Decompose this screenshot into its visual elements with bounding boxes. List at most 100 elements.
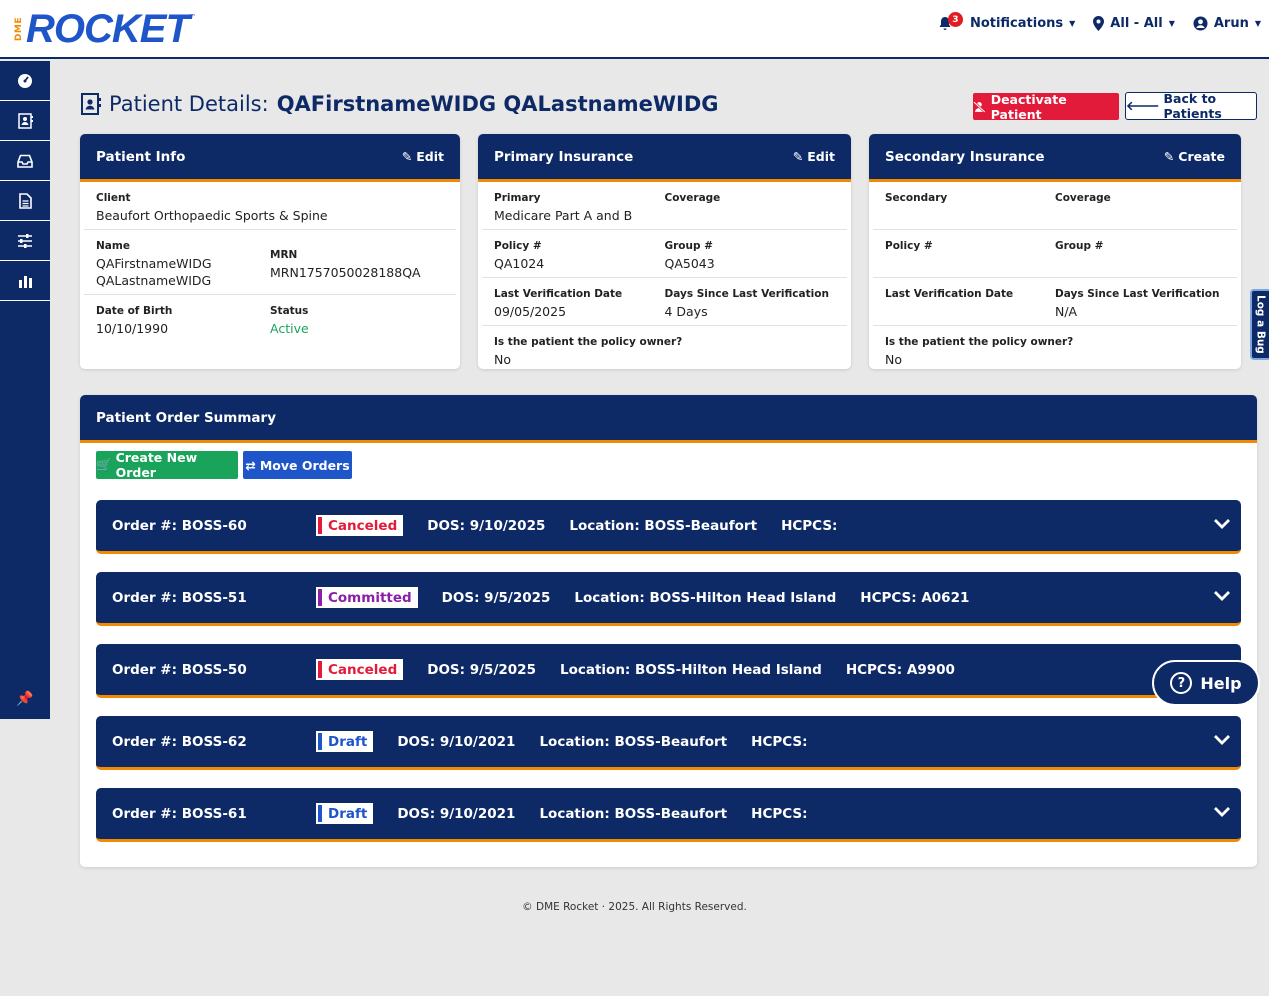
days-since-label: Days Since Last Verification (1055, 288, 1220, 300)
logo-tm: ™ (188, 13, 196, 21)
pencil-icon: ✎ (401, 149, 413, 164)
pin-icon[interactable]: 📌 (0, 691, 50, 707)
order-row[interactable]: Order #: BOSS-50 Canceled DOS: 9/5/2025 … (96, 644, 1241, 698)
chevron-down-icon: ▼ (1168, 19, 1175, 28)
policy-owner-row: Is the patient the policy owner? No (873, 326, 1237, 369)
name-label: Name (96, 240, 130, 252)
create-new-order-button[interactable]: 🛒 Create New Order (96, 450, 238, 480)
order-row[interactable]: Order #: BOSS-60 Canceled DOS: 9/10/2025… (96, 500, 1241, 554)
order-number: Order #: BOSS-50 (112, 661, 247, 678)
order-status-badge: Canceled (316, 515, 404, 536)
coverage-label: Coverage (664, 192, 721, 204)
pencil-icon: ✎ (1163, 149, 1175, 164)
last-verification-label: Last Verification Date (885, 288, 1014, 300)
question-circle-icon: ? (1170, 672, 1193, 694)
secondary-insurance-card: Secondary Insurance ✎ Create Secondary C… (869, 134, 1241, 369)
log-a-bug-tab[interactable]: Log a Bug (1250, 289, 1269, 360)
chevron-down-icon[interactable] (1213, 590, 1231, 602)
secondary-insurance-title: Secondary Insurance (885, 148, 1045, 165)
help-label: Help (1200, 673, 1242, 693)
sidebar-item-settings[interactable] (0, 221, 50, 261)
create-label: Create (1178, 149, 1225, 164)
log-a-bug-label: Log a Bug (1254, 295, 1267, 354)
order-summary-header: Patient Order Summary (80, 395, 1257, 443)
top-nav: 3 Notifications ▼ All - All ▼ Arun ▼ (938, 12, 1261, 31)
logo[interactable]: DME ROCKET ™ (14, 7, 196, 51)
policy-owner-value: No (494, 352, 511, 367)
help-button[interactable]: ? Help (1152, 660, 1260, 706)
order-location: Location: BOSS-Beaufort (539, 805, 728, 822)
create-new-order-label: Create New Order (115, 450, 198, 480)
notifications-menu[interactable]: 3 Notifications ▼ (938, 12, 1075, 31)
back-to-patients-button[interactable]: 🡐 Back to Patients (1125, 91, 1257, 121)
policy-owner-label: Is the patient the policy owner? (494, 336, 683, 348)
inbox-icon (17, 154, 33, 168)
name-row: Name QAFirstnameWIDG QALastnameWIDG MRN … (84, 230, 456, 295)
order-row[interactable]: Order #: BOSS-61 Draft DOS: 9/10/2021 Lo… (96, 788, 1241, 842)
address-card-icon (81, 93, 101, 115)
page-title-prefix: Patient Details: (109, 92, 269, 116)
order-dos: DOS: 9/10/2021 (397, 805, 516, 822)
order-number: Order #: BOSS-61 (112, 805, 247, 822)
order-status-badge: Canceled (316, 659, 404, 680)
secondary-row: Secondary Coverage (873, 182, 1237, 230)
primary-insurance-card: Primary Insurance ✎ Edit Primary Medicar… (478, 134, 851, 369)
notifications-label: Notifications (969, 16, 1064, 31)
arrow-left-icon: 🡐 (1126, 98, 1160, 113)
edit-label: Edit (807, 149, 835, 164)
edit-patient-info-button[interactable]: ✎ Edit (402, 149, 444, 164)
edit-primary-insurance-button[interactable]: ✎ Edit (793, 149, 835, 164)
order-dos: DOS: 9/10/2025 (427, 517, 546, 534)
group-value: QA5043 (664, 256, 715, 271)
location-menu[interactable]: All - All ▼ (1093, 16, 1175, 31)
chevron-down-icon[interactable] (1213, 734, 1231, 746)
verification-row: Last Verification Date 09/05/2025 Days S… (482, 278, 847, 326)
dob-label: Date of Birth (96, 305, 173, 317)
coverage-value (665, 207, 836, 224)
back-to-patients-label: Back to Patients (1163, 91, 1222, 121)
sidebar-item-documents[interactable] (0, 181, 50, 221)
order-row[interactable]: Order #: BOSS-62 Draft DOS: 9/10/2021 Lo… (96, 716, 1241, 770)
coverage-label: Coverage (1055, 192, 1111, 204)
last-verification-value: 09/05/2025 (494, 304, 567, 319)
sidebar-item-reports[interactable] (0, 261, 50, 301)
move-orders-button[interactable]: ⇄ Move Orders (243, 451, 352, 479)
patient-order-summary: Patient Order Summary 🛒 Create New Order… (80, 395, 1257, 867)
status-label: Status (270, 305, 309, 317)
policy-owner-row: Is the patient the policy owner? No (482, 326, 847, 369)
user-slash-icon (973, 100, 986, 113)
cart-icon: 🛒 (96, 457, 112, 472)
sidebar-item-dashboard[interactable] (0, 61, 50, 101)
deactivate-patient-button[interactable]: Deactivate Patient (973, 92, 1119, 122)
top-bar: DME ROCKET ™ 3 Notifications ▼ All - All… (0, 0, 1269, 59)
dob-value: 10/10/1990 (96, 321, 169, 336)
policy-owner-value: No (885, 352, 902, 367)
create-secondary-insurance-button[interactable]: ✎ Create (1164, 149, 1225, 164)
primary-insurance-title: Primary Insurance (494, 148, 634, 165)
secondary-insurance-header: Secondary Insurance ✎ Create (869, 134, 1241, 182)
sidebar-item-patients[interactable] (0, 101, 50, 141)
bar-chart-icon (18, 275, 32, 288)
patient-info-card: Patient Info ✎ Edit Client Beaufort Orth… (80, 134, 460, 369)
order-number: Order #: BOSS-51 (112, 589, 247, 606)
order-hcpcs: HCPCS: A9900 (845, 661, 955, 678)
chevron-down-icon[interactable] (1213, 806, 1231, 818)
dashboard-icon (18, 73, 32, 88)
page-title: Patient Details: QAFirstnameWIDG QALastn… (80, 92, 719, 116)
policy-row: Policy # QA1024 Group # QA5043 (482, 230, 847, 278)
status-value: Active (270, 321, 309, 336)
days-since-value: N/A (1055, 304, 1078, 319)
order-hcpcs: HCPCS: (751, 805, 808, 822)
client-row: Client Beaufort Orthopaedic Sports & Spi… (84, 182, 456, 230)
document-icon (18, 192, 32, 209)
primary-insurance-header: Primary Insurance ✎ Edit (478, 134, 851, 182)
mrn-value: MRN1757050028188QA (270, 265, 421, 280)
client-value: Beaufort Orthopaedic Sports & Spine (96, 208, 328, 223)
sidebar-item-inbox[interactable] (0, 141, 50, 181)
chevron-down-icon[interactable] (1213, 518, 1231, 530)
order-row[interactable]: Order #: BOSS-51 Committed DOS: 9/5/2025… (96, 572, 1241, 626)
coverage-value (1055, 207, 1225, 224)
order-dos: DOS: 9/5/2025 (441, 589, 551, 606)
order-location: Location: BOSS-Beaufort (539, 733, 728, 750)
user-menu[interactable]: Arun ▼ (1193, 16, 1261, 31)
